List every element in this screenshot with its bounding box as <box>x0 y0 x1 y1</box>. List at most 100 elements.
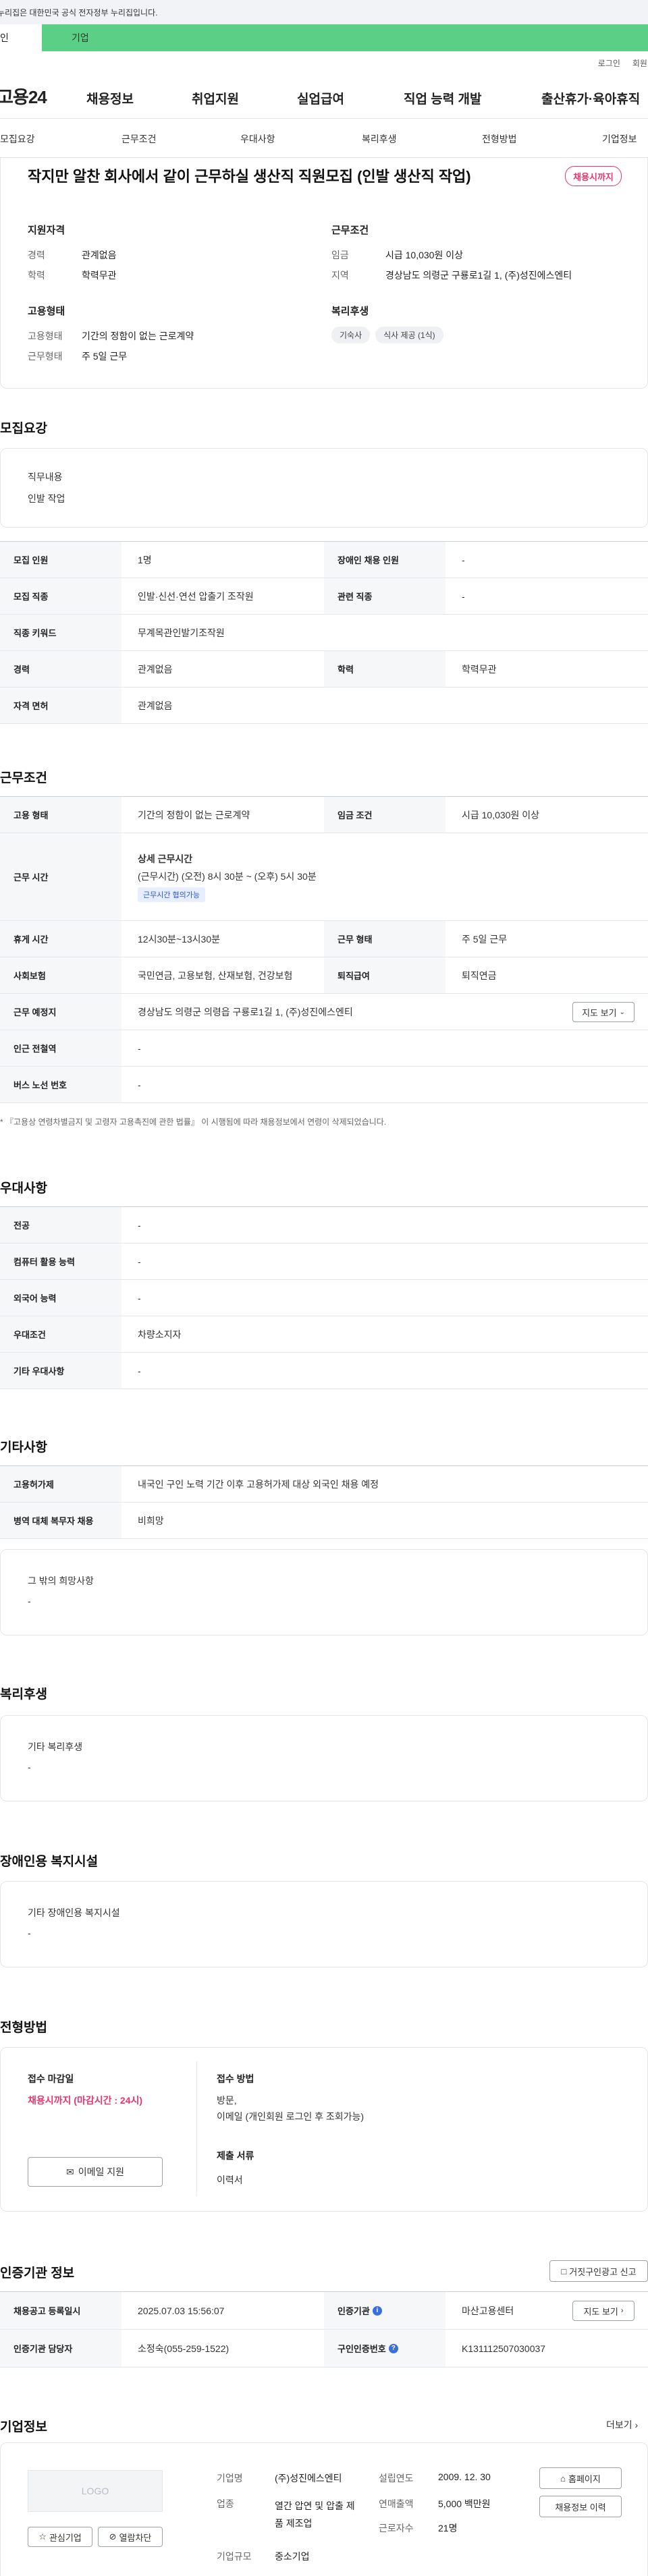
subnav-company[interactable]: 기업정보 <box>602 132 637 146</box>
login-link[interactable]: 로그인 <box>598 57 620 69</box>
th-disabled-count: 장애인 채용 인원 <box>324 542 446 578</box>
site-tabs: 인 기업 <box>0 24 648 51</box>
gnb-item-employment-support[interactable]: 취업지원 <box>192 89 239 107</box>
th-retirement: 퇴직급여 <box>324 957 446 993</box>
cert-map-label: 지도 보기 <box>583 2306 618 2317</box>
th-license: 자격 면허 <box>0 688 122 723</box>
company-emp-label: 근로자수 <box>379 2523 414 2533</box>
tab-individual[interactable]: 인 <box>0 24 42 51</box>
th-station: 인근 전철역 <box>0 1030 122 1066</box>
join-link[interactable]: 회원가 <box>632 57 648 69</box>
th-break: 휴게 시간 <box>0 921 122 957</box>
hours-title: 상세 근무시간 <box>138 853 193 864</box>
section-title-pref: 우대사항 <box>0 1181 47 1196</box>
table-row: 컴퓨터 활용 능력 - <box>0 1243 648 1280</box>
cond-region-label: 지역 <box>331 270 349 281</box>
td-major: - <box>138 1219 141 1231</box>
gnb-item-parental-leave[interactable]: 출산휴가·육아휴직 <box>541 89 640 107</box>
td-keyword: 무계목관인발기조작원 <box>138 627 225 638</box>
qual-career-label: 경력 <box>28 250 45 260</box>
mail-icon: ✉ <box>65 2166 74 2177</box>
td-permit: 내국인 구인 노력 기간 이후 고용허가제 대상 외국인 채용 예정 <box>138 1478 379 1490</box>
subnav-pref[interactable]: 우대사항 <box>240 132 275 146</box>
subnav-work[interactable]: 근무조건 <box>122 132 157 146</box>
job-history-button[interactable]: 채용정보 이력 <box>539 2496 622 2517</box>
th-related-job: 관련 직종 <box>324 578 446 614</box>
td-break: 12시30분~13시30분 <box>138 933 220 945</box>
cert-map-button[interactable]: 지도 보기 › <box>572 2301 634 2321</box>
company-more-link[interactable]: 더보기 › <box>606 2418 638 2432</box>
cert-org-value: 마산고용센터 <box>462 2305 514 2316</box>
report-fake-ad-button[interactable]: □ 거짓구인광고 신고 <box>549 2260 648 2282</box>
td-military: 비희망 <box>138 1515 164 1526</box>
section-title-welfare: 복리후생 <box>0 1687 47 1702</box>
other-wish-value: - <box>28 1596 31 1606</box>
qual-edu-value: 학력무관 <box>82 270 117 281</box>
qual-edu-label: 학력 <box>28 270 45 281</box>
th-computer: 컴퓨터 활용 능력 <box>0 1243 122 1279</box>
method-value-1: 방문, <box>217 2095 237 2106</box>
table-row: 고용 형태 기간의 정함이 없는 근로계약 임금 조건 시급 10,030원 이… <box>0 797 648 833</box>
chevron-right-icon: › <box>620 2307 624 2315</box>
block-view-button[interactable]: ⊘ 열람차단 <box>98 2527 163 2547</box>
company-emp: 21명 <box>438 2523 458 2533</box>
favorite-company-button[interactable]: ☆ 관심기업 <box>28 2527 92 2547</box>
gnb-item-jobs[interactable]: 채용정보 <box>86 89 134 107</box>
company-sales-label: 연매출액 <box>379 2498 414 2509</box>
star-icon: ☆ <box>38 2531 47 2542</box>
th-pref-cond: 우대조건 <box>0 1316 122 1352</box>
chevron-right-icon: › <box>634 2419 639 2430</box>
tab-company[interactable]: 기업 <box>42 24 648 51</box>
th-cert-org-label: 인증기관 <box>338 2306 370 2316</box>
block-view-label: 열람차단 <box>119 2532 152 2543</box>
email-apply-button[interactable]: ✉ 이메일 지원 <box>28 2157 163 2187</box>
table-row: 직종 키워드 무계목관인발기조작원 <box>0 615 648 651</box>
emp-shift-value: 주 5일 근무 <box>82 351 128 362</box>
table-row: 버스 노선 번호 - <box>0 1067 648 1103</box>
welfare-chips: 기숙사 식사 제공 (1식) <box>331 327 443 343</box>
td-post-date: 2025.07.03 15:56:07 <box>138 2305 225 2316</box>
info-icon[interactable]: i <box>372 2305 382 2316</box>
gnb-item-unemployment[interactable]: 실업급여 <box>297 89 344 107</box>
docs-label: 제출 서류 <box>217 2150 254 2161</box>
td-language: - <box>138 1292 141 1304</box>
gnb-item-training[interactable]: 직업 능력 개발 <box>404 89 481 107</box>
section-title-etc: 기타사항 <box>0 1440 47 1455</box>
block-icon: ⊘ <box>109 2531 117 2542</box>
th-language: 외국어 능력 <box>0 1280 122 1316</box>
disab-box-value: - <box>28 1928 31 1938</box>
gov-banner-text: 누리집은 대한민국 공식 전자정부 누리집입니다. <box>0 7 158 18</box>
subnav-recruit[interactable]: 모집요강 <box>0 132 35 146</box>
th-military: 병역 대체 복무자 채용 <box>0 1503 122 1538</box>
qual-career-value: 관계없음 <box>82 250 117 260</box>
other-wish-title: 그 밖의 희망사항 <box>28 1575 94 1586</box>
location-value: 경상남도 의령군 의령읍 구룡로1길 1, (주)성진에스엔티 <box>138 1006 353 1017</box>
td-insurance: 국민연금, 고용보험, 산재보험, 건강보험 <box>138 970 293 981</box>
subnav-welfare[interactable]: 복리후생 <box>362 132 397 146</box>
emp-type-value: 기간의 정함이 없는 근로계약 <box>82 331 194 341</box>
table-row: 모집 인원 1명 장애인 채용 인원 - <box>0 542 648 578</box>
homepage-button[interactable]: ⌂ 홈페이지 <box>539 2467 622 2489</box>
info-icon[interactable]: ? <box>388 2343 398 2353</box>
td-related-job: - <box>462 590 465 602</box>
site-logo[interactable]: 고용24 <box>0 84 47 109</box>
td-cert-manager: 소정숙(055-259-1522) <box>138 2343 230 2354</box>
section-title-work: 근무조건 <box>0 771 47 785</box>
process-divider <box>196 2061 197 2196</box>
map-button[interactable]: 지도 보기 ⌄ <box>572 1002 634 1022</box>
cert-table: 채용공고 등록일시 2025.07.03 15:56:07 인증기관 i 마산고… <box>0 2291 648 2368</box>
table-row: 기타 우대사항 - <box>0 1353 648 1389</box>
td-count: 1명 <box>138 554 152 565</box>
th-shift: 근무 형태 <box>324 921 446 957</box>
company-name-label: 기업명 <box>217 2473 243 2484</box>
section-title-disab: 장애인용 복지시설 <box>0 1855 99 1869</box>
duty-label: 직무내용 <box>28 472 63 482</box>
td-computer: - <box>138 1256 141 1267</box>
td-career: 관계없음 <box>138 663 173 675</box>
section-subnav: 모집요강 근무조건 우대사항 복리후생 전형방법 기업정보 <box>0 119 648 158</box>
th-keyword: 직종 키워드 <box>0 615 122 650</box>
table-row: 근무 예정지 경상남도 의령군 의령읍 구룡로1길 1, (주)성진에스엔티 지… <box>0 994 648 1030</box>
cond-region-value: 경상남도 의령군 구룡로1길 1, (주)성진에스엔티 <box>385 270 572 281</box>
subnav-process[interactable]: 전형방법 <box>482 132 517 146</box>
etc-table: 고용허가제 내국인 구인 노력 기간 이후 고용허가제 대상 외국인 채용 예정… <box>0 1465 648 1539</box>
